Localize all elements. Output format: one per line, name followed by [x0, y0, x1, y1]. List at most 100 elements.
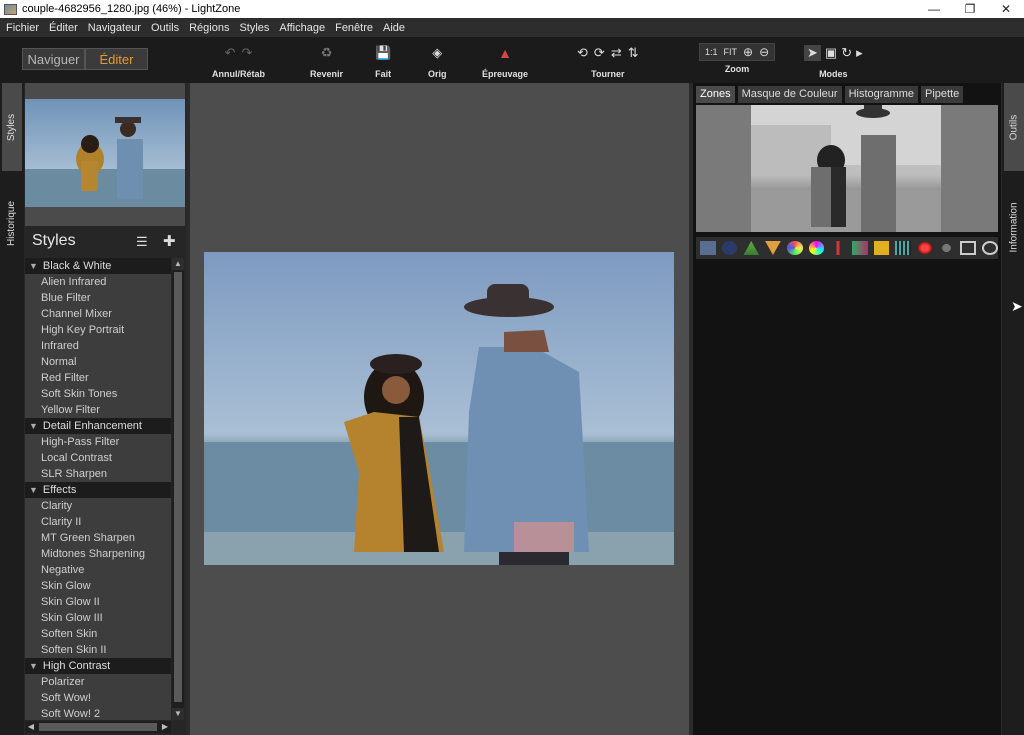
collapse-arrow-icon[interactable]: ▼	[29, 421, 38, 431]
style-category[interactable]: ▼ Black & White	[25, 258, 171, 274]
style-item[interactable]: Polarizer	[25, 674, 171, 690]
style-item[interactable]: Negative	[25, 562, 171, 578]
style-item[interactable]: Soften Skin	[25, 626, 171, 642]
zoom-fit-button[interactable]: FIT	[722, 47, 740, 57]
style-item[interactable]: Soften Skin II	[25, 642, 171, 658]
style-item[interactable]: Normal	[25, 354, 171, 370]
style-category[interactable]: ▼ High Contrast	[25, 658, 171, 674]
zoom-out-icon[interactable]: ⊖	[757, 45, 771, 59]
style-item[interactable]: Clarity II	[25, 514, 171, 530]
crop-icon[interactable]: ▣	[825, 45, 837, 61]
style-item[interactable]: Skin Glow III	[25, 610, 171, 626]
color-proof-icon[interactable]: ▲	[498, 45, 512, 61]
style-item[interactable]: Soft Wow! 2	[25, 706, 171, 720]
styles-horizontal-scrollbar[interactable]: ◀ ▶	[25, 721, 171, 733]
style-item[interactable]: Red Filter	[25, 370, 171, 386]
rotate-left-icon[interactable]: ⟲	[577, 45, 588, 61]
edited-photo[interactable]	[204, 252, 674, 565]
revert-icon[interactable]: ♻	[321, 45, 333, 61]
scroll-thumb[interactable]	[174, 272, 182, 702]
style-item[interactable]: Channel Mixer	[25, 306, 171, 322]
menu-aide[interactable]: Aide	[383, 22, 405, 34]
zone-mapper-icon[interactable]	[700, 241, 716, 255]
undo-icon[interactable]: ↶	[225, 45, 236, 61]
tab-styles[interactable]: Styles	[2, 83, 22, 171]
flip-horizontal-icon[interactable]: ⇄	[611, 45, 622, 61]
curves-icon[interactable]	[765, 241, 781, 255]
tab-information[interactable]: Information	[1004, 187, 1024, 267]
proof-label: Épreuvage	[482, 69, 529, 79]
tab-history[interactable]: Historique	[2, 183, 22, 263]
redo-icon[interactable]: ↷	[242, 45, 253, 61]
clone-icon[interactable]	[938, 241, 955, 255]
rotate-mode-icon[interactable]: ↻	[841, 45, 852, 61]
edit-mode-button[interactable]: Éditer	[85, 48, 148, 70]
restore-button[interactable]: ❐	[952, 0, 988, 18]
pointer-mode-icon[interactable]: ➤	[804, 45, 821, 61]
style-item[interactable]: Blue Filter	[25, 290, 171, 306]
tab-histogram[interactable]: Histogramme	[844, 86, 918, 103]
browse-mode-button[interactable]: Naviguer	[22, 48, 85, 70]
menu-affichage[interactable]: Affichage	[279, 22, 325, 34]
style-item[interactable]: Clarity	[25, 498, 171, 514]
rotate-right-icon[interactable]: ⟳	[594, 45, 605, 61]
tab-eyedropper[interactable]: Pipette	[921, 86, 964, 103]
noise-reduction-icon[interactable]	[873, 241, 890, 255]
style-item[interactable]: Alien Infrared	[25, 274, 171, 290]
temperature-icon[interactable]	[830, 241, 846, 255]
style-item[interactable]: High-Pass Filter	[25, 434, 171, 450]
tab-zones[interactable]: Zones	[696, 86, 735, 103]
menu-fenetre[interactable]: Fenêtre	[335, 22, 373, 34]
sharpen-icon[interactable]	[895, 241, 912, 255]
add-style-icon[interactable]: ✚	[163, 232, 176, 250]
collapse-arrow-icon[interactable]: ▼	[29, 485, 38, 495]
save-icon[interactable]: 💾	[375, 45, 391, 61]
style-item[interactable]: Skin Glow II	[25, 594, 171, 610]
region-mode-icon[interactable]: ▸	[856, 45, 863, 61]
menu-outils[interactable]: Outils	[151, 22, 179, 34]
scroll-left-icon[interactable]: ◀	[25, 721, 37, 733]
menu-regions[interactable]: Régions	[189, 22, 229, 34]
color-balance-icon[interactable]	[786, 241, 803, 255]
menu-styles[interactable]: Styles	[239, 22, 269, 34]
list-view-icon[interactable]: ☰	[136, 234, 148, 250]
scroll-down-icon[interactable]: ▼	[172, 708, 184, 720]
menu-fichier[interactable]: Fichier	[6, 22, 39, 34]
scroll-right-icon[interactable]: ▶	[159, 721, 171, 733]
relight-icon[interactable]	[982, 241, 998, 255]
style-item[interactable]: Skin Glow	[25, 578, 171, 594]
style-item[interactable]: MT Green Sharpen	[25, 530, 171, 546]
zoom-1to1-button[interactable]: 1:1	[703, 47, 720, 57]
style-item[interactable]: Soft Wow!	[25, 690, 171, 706]
style-item[interactable]: Yellow Filter	[25, 402, 171, 418]
tone-icon[interactable]	[721, 241, 738, 255]
hscroll-thumb[interactable]	[39, 723, 157, 731]
hue-saturation-icon[interactable]	[808, 241, 825, 255]
red-eye-icon[interactable]	[917, 241, 933, 255]
levels-icon[interactable]	[743, 241, 760, 255]
flip-vertical-icon[interactable]: ⇅	[628, 45, 639, 61]
menu-navigateur[interactable]: Navigateur	[88, 22, 141, 34]
close-button[interactable]: ✕	[988, 0, 1024, 18]
menu-editer[interactable]: Éditer	[49, 22, 78, 34]
minimize-button[interactable]: —	[916, 0, 952, 18]
scroll-up-icon[interactable]: ▲	[172, 258, 184, 270]
image-canvas[interactable]	[190, 83, 689, 735]
collapse-arrow-icon[interactable]: ▼	[29, 661, 38, 671]
channel-mixer-icon[interactable]	[851, 241, 868, 255]
zoom-in-icon[interactable]: ⊕	[741, 45, 755, 59]
style-item[interactable]: Local Contrast	[25, 450, 171, 466]
style-item[interactable]: Midtones Sharpening	[25, 546, 171, 562]
style-item[interactable]: SLR Sharpen	[25, 466, 171, 482]
styles-vertical-scrollbar[interactable]: ▲ ▼	[172, 258, 184, 720]
style-item[interactable]: Soft Skin Tones	[25, 386, 171, 402]
tab-tools[interactable]: Outils	[1004, 83, 1024, 171]
style-category[interactable]: ▼ Detail Enhancement	[25, 418, 171, 434]
style-item[interactable]: High Key Portrait	[25, 322, 171, 338]
collapse-arrow-icon[interactable]: ▼	[29, 261, 38, 271]
layers-icon[interactable]: ◈	[432, 45, 442, 61]
style-item[interactable]: Infrared	[25, 338, 171, 354]
film-grain-icon[interactable]	[960, 241, 977, 255]
tab-color-mask[interactable]: Masque de Couleur	[737, 86, 842, 103]
style-category[interactable]: ▼ Effects	[25, 482, 171, 498]
